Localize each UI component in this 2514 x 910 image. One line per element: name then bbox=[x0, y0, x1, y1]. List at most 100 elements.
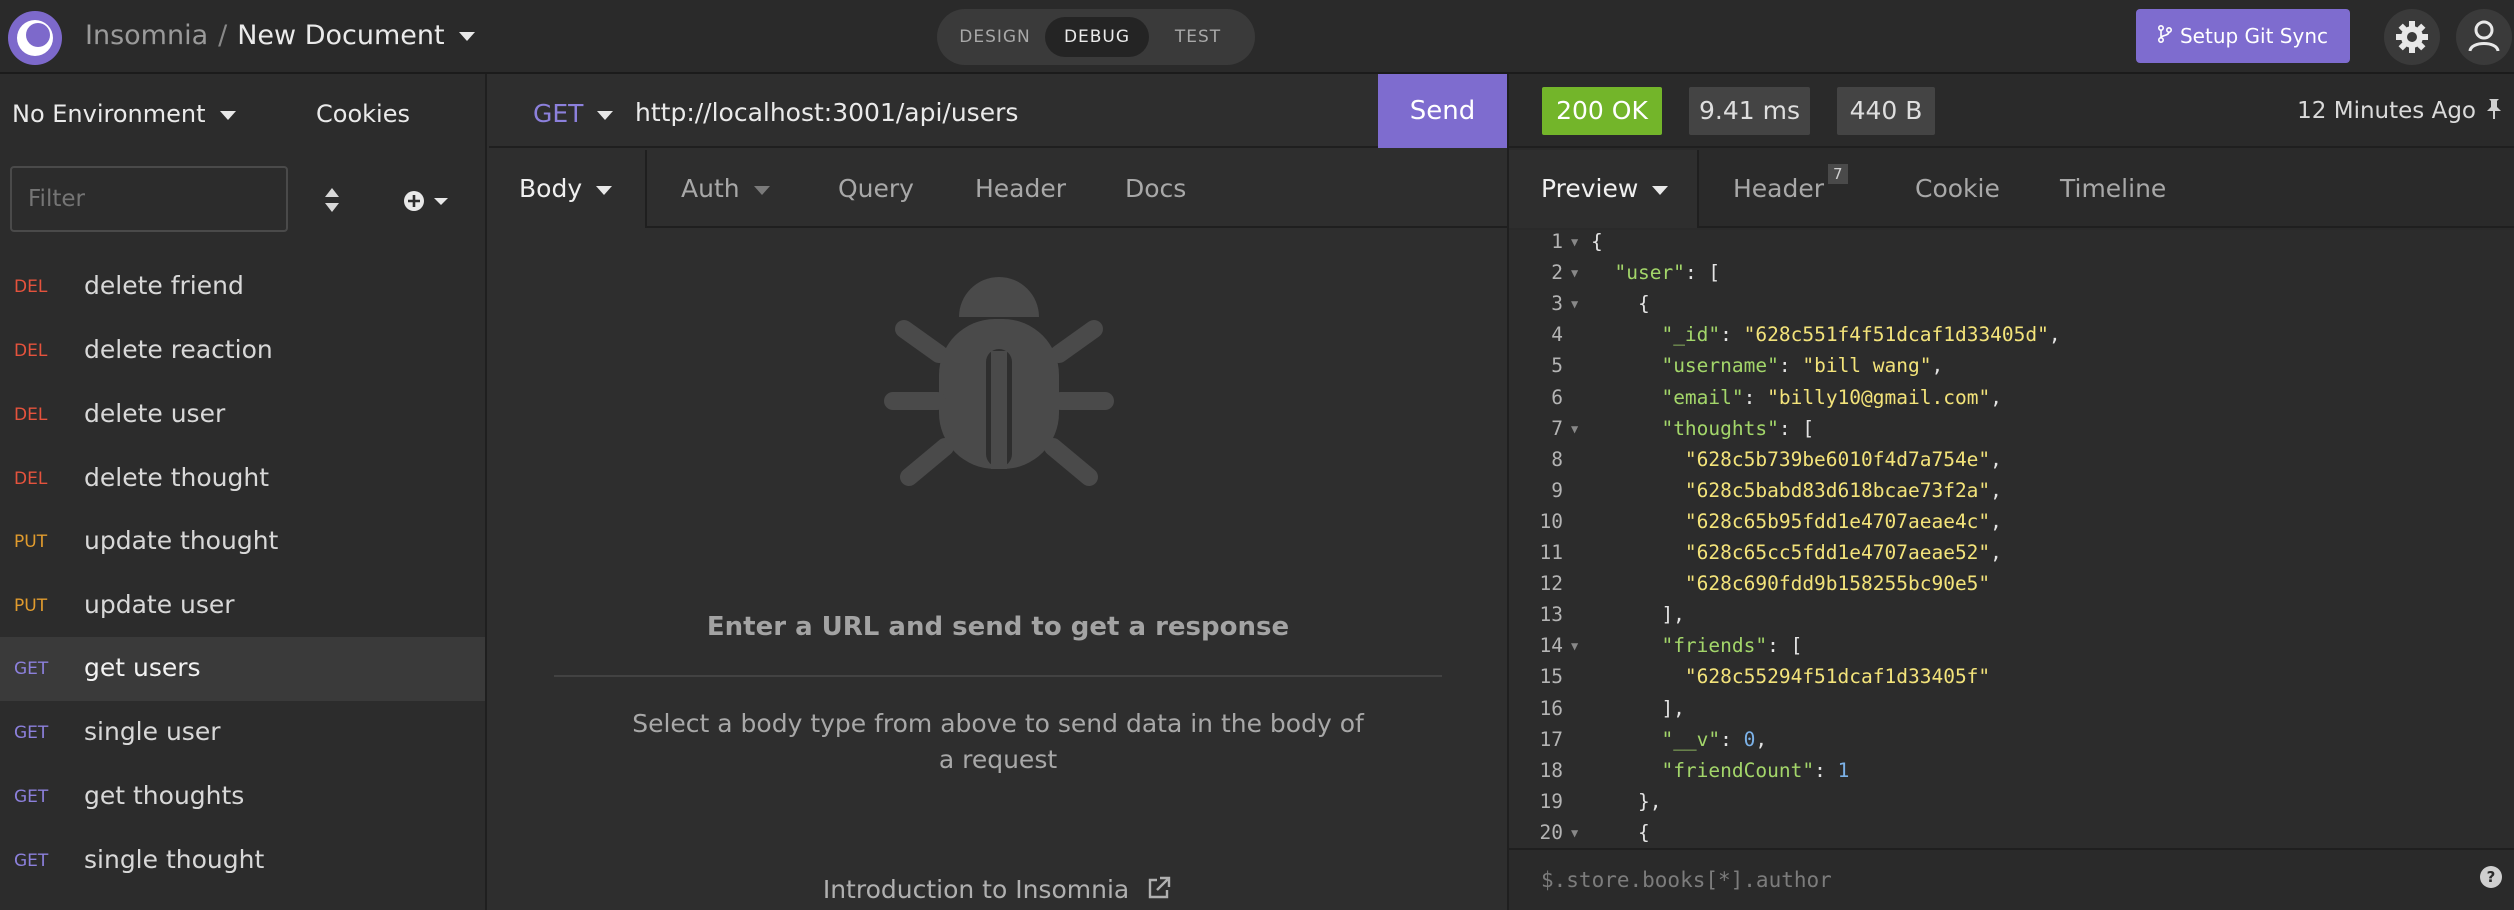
method-label: DEL bbox=[14, 405, 48, 425]
tab-header[interactable]: Header bbox=[975, 150, 1066, 228]
sidebar-request-item[interactable]: PUT update thought bbox=[0, 510, 485, 574]
url-bar: GET http://localhost:3001/api/users Send bbox=[489, 74, 1507, 148]
method-label: DEL bbox=[14, 469, 48, 489]
code-line: 16 ], bbox=[1509, 697, 2514, 728]
sort-icon[interactable] bbox=[320, 184, 344, 216]
introduction-link[interactable]: Introduction to Insomnia bbox=[489, 874, 1507, 904]
tab-cookie[interactable]: Cookie bbox=[1915, 150, 2000, 228]
user-icon[interactable] bbox=[2456, 9, 2512, 65]
tab-docs[interactable]: Docs bbox=[1125, 150, 1186, 228]
code-line: 3 ▼ { bbox=[1509, 292, 2514, 323]
line-number: 11 bbox=[1539, 541, 1563, 564]
insomnia-logo-icon[interactable] bbox=[8, 11, 62, 65]
tab-label: Body bbox=[519, 174, 583, 203]
response-body-viewer[interactable]: 1 ▼ {2 ▼ "user": [3 ▼ {4 "_id": "628c551f4f5… bbox=[1509, 230, 2514, 848]
sidebar-request-item[interactable]: DEL delete reaction bbox=[0, 319, 485, 383]
line-number: 6 bbox=[1551, 385, 1563, 409]
response-filter-bar: $.store.books[*].author ? bbox=[1509, 848, 2514, 910]
setup-git-sync-button[interactable]: Setup Git Sync bbox=[2136, 9, 2350, 63]
response-filter-input[interactable]: $.store.books[*].author bbox=[1541, 868, 1832, 892]
help-icon[interactable]: ? bbox=[2480, 866, 2502, 888]
add-request-dropdown[interactable] bbox=[400, 186, 456, 216]
fold-toggle-icon[interactable]: ▼ bbox=[1571, 422, 1578, 436]
response-history-dropdown[interactable]: 12 Minutes Ago bbox=[2297, 98, 2476, 124]
chevron-down-icon[interactable] bbox=[458, 32, 475, 41]
line-number: 18 bbox=[1539, 758, 1563, 782]
tab-header[interactable]: Header 7 bbox=[1733, 150, 1848, 228]
tab-design[interactable]: DESIGN bbox=[947, 17, 1043, 57]
url-input[interactable]: http://localhost:3001/api/users bbox=[635, 98, 1018, 127]
cookies-button[interactable]: Cookies bbox=[316, 100, 410, 128]
code-text: "thoughts": [ bbox=[1661, 416, 1815, 440]
method-label: GET bbox=[14, 787, 49, 807]
app-name-link[interactable]: Insomnia bbox=[85, 20, 208, 51]
sidebar-filter-input[interactable] bbox=[10, 166, 288, 232]
environment-label: No Environment bbox=[12, 100, 206, 128]
tab-label: Preview bbox=[1541, 174, 1639, 203]
document-name-dropdown[interactable]: New Document bbox=[237, 20, 444, 51]
tab-debug[interactable]: DEBUG bbox=[1045, 17, 1149, 57]
line-number: 8 bbox=[1551, 447, 1563, 471]
line-number: 20 bbox=[1539, 820, 1563, 844]
code-line: 15 "628c55294f51dcaf1d33405f" bbox=[1509, 665, 2514, 696]
sidebar-request-item[interactable]: DEL delete friend bbox=[0, 255, 485, 319]
fold-toggle-icon[interactable]: ▼ bbox=[1571, 639, 1578, 653]
line-number: 3 bbox=[1551, 292, 1563, 316]
code-line: 10 "628c65b95fdd1e4707aeae4c", bbox=[1509, 510, 2514, 541]
request-tabs: Body Auth Query Header Docs bbox=[489, 150, 1507, 228]
divider bbox=[554, 675, 1442, 677]
request-name: update user bbox=[84, 590, 235, 619]
fold-toggle-icon[interactable]: ▼ bbox=[1571, 266, 1578, 280]
tab-preview[interactable]: Preview bbox=[1509, 150, 1699, 228]
sidebar-request-item[interactable]: GET get thoughts bbox=[0, 765, 485, 829]
git-sync-label: Setup Git Sync bbox=[2179, 24, 2329, 48]
pin-icon[interactable] bbox=[2486, 98, 2502, 125]
response-size-badge: 440 B bbox=[1837, 87, 1935, 135]
tab-test[interactable]: TEST bbox=[1151, 17, 1245, 57]
code-line: 7 ▼ "thoughts": [ bbox=[1509, 417, 2514, 448]
code-line: 4 "_id": "628c551f4f51dcaf1d33405d", bbox=[1509, 323, 2514, 354]
method-dropdown[interactable]: GET bbox=[533, 99, 614, 128]
line-number: 19 bbox=[1539, 789, 1563, 813]
line-number: 13 bbox=[1539, 603, 1563, 627]
request-name: get users bbox=[84, 653, 201, 682]
tab-auth[interactable]: Auth bbox=[681, 150, 770, 228]
tab-label: Header bbox=[1733, 174, 1825, 203]
fold-toggle-icon[interactable]: ▼ bbox=[1571, 235, 1578, 249]
line-number: 15 bbox=[1539, 665, 1563, 689]
code-text: "__v": 0, bbox=[1661, 727, 1768, 751]
sidebar-request-item-active[interactable]: GET get users bbox=[0, 637, 485, 701]
send-button[interactable]: Send bbox=[1378, 74, 1507, 148]
fold-toggle-icon[interactable]: ▼ bbox=[1571, 297, 1578, 311]
method-label: GET bbox=[14, 723, 49, 743]
code-text: "628c5b739be6010f4d7a754e", bbox=[1684, 447, 2002, 471]
code-line: 14 ▼ "friends": [ bbox=[1509, 634, 2514, 665]
insomnia-window: Insomnia / New Document DESIGN DEBUG TEST … bbox=[0, 0, 2514, 910]
code-text: ], bbox=[1591, 603, 1685, 627]
sidebar-request-item[interactable]: GET single user bbox=[0, 701, 485, 765]
sidebar-request-item[interactable]: PUT update user bbox=[0, 574, 485, 638]
sidebar-request-item[interactable]: DEL delete user bbox=[0, 383, 485, 447]
sidebar: No Environment Cookies DELdelete friend … bbox=[0, 74, 487, 910]
environment-dropdown[interactable]: No Environment bbox=[12, 100, 236, 128]
header-count-badge: 7 bbox=[1828, 164, 1848, 184]
tab-body[interactable]: Body bbox=[489, 150, 647, 228]
sidebar-request-item[interactable]: DEL delete thought bbox=[0, 447, 485, 511]
request-pane: GET http://localhost:3001/api/users Send… bbox=[489, 74, 1507, 910]
code-text: { bbox=[1591, 820, 1650, 844]
code-line: 20 ▼ { bbox=[1509, 821, 2514, 848]
chevron-down-icon bbox=[219, 110, 236, 120]
tab-query[interactable]: Query bbox=[838, 150, 914, 228]
fold-toggle-icon[interactable]: ▼ bbox=[1571, 826, 1578, 840]
line-number: 5 bbox=[1551, 354, 1563, 378]
sidebar-request-item[interactable]: GET single thought bbox=[0, 829, 485, 893]
request-name: update thought bbox=[84, 526, 279, 555]
bug-icon bbox=[879, 249, 1119, 489]
line-number: 1 bbox=[1551, 230, 1563, 253]
code-text: "_id": "628c551f4f51dcaf1d33405d", bbox=[1661, 323, 2061, 347]
line-number: 17 bbox=[1539, 727, 1563, 751]
gear-icon[interactable] bbox=[2384, 9, 2440, 65]
tab-timeline[interactable]: Timeline bbox=[2060, 150, 2166, 228]
code-text: "friends": [ bbox=[1661, 634, 1803, 658]
empty-state-text: Select a body type from above to send da… bbox=[632, 709, 1364, 774]
